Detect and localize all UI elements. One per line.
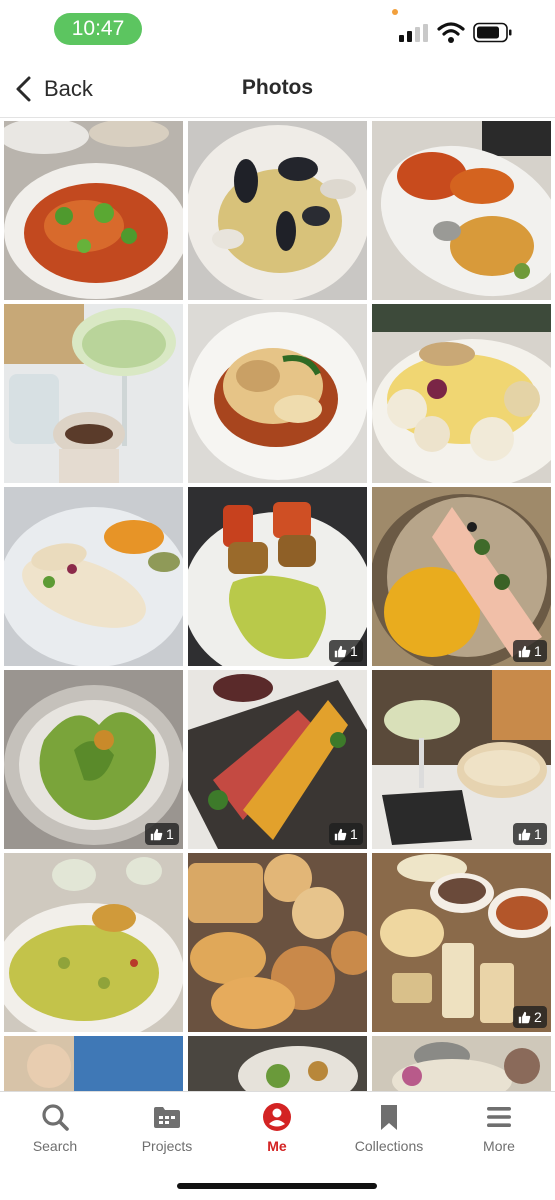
thumbs-up-icon (150, 828, 163, 840)
food-photo-image (188, 121, 367, 300)
status-time: 10:47 (54, 13, 142, 45)
tab-projects-label: Projects (141, 1138, 193, 1154)
photo-tile[interactable] (4, 304, 183, 483)
photo-tile[interactable]: 1 (372, 670, 551, 849)
like-count: 1 (534, 826, 542, 842)
food-photo-image (4, 121, 183, 300)
search-icon (42, 1104, 69, 1131)
thumbs-up-icon (334, 828, 347, 840)
like-count: 1 (166, 826, 174, 842)
like-count: 1 (350, 826, 358, 842)
photo-tile[interactable] (4, 1036, 183, 1091)
photo-tile[interactable] (4, 487, 183, 666)
thumbs-up-icon (518, 645, 531, 657)
photo-tile[interactable]: 1 (372, 487, 551, 666)
tab-projects[interactable]: Projects (117, 1102, 217, 1158)
like-count-badge: 1 (513, 823, 547, 845)
tab-search-label: Search (32, 1138, 78, 1154)
photo-tile[interactable]: 2 (372, 853, 551, 1032)
like-count-badge: 1 (329, 640, 363, 662)
photo-tile[interactable] (372, 304, 551, 483)
photo-tile[interactable] (4, 853, 183, 1032)
thumbs-up-icon (518, 1011, 531, 1023)
photo-tile[interactable] (4, 121, 183, 300)
tab-me-label: Me (267, 1138, 287, 1154)
food-photo-image (4, 1036, 183, 1091)
photo-tile[interactable] (372, 1036, 551, 1091)
privacy-indicator-dot (392, 9, 398, 15)
navigation-bar: Back Photos (0, 58, 555, 118)
thumbs-up-icon (334, 645, 347, 657)
food-photo-image (188, 304, 367, 483)
photo-tile[interactable] (188, 1036, 367, 1091)
menu-icon (487, 1107, 511, 1127)
photo-tile[interactable]: 1 (4, 670, 183, 849)
bookmark-icon (381, 1105, 397, 1130)
food-photo-image (188, 1036, 367, 1091)
food-photo-image (188, 853, 367, 1032)
me-icon (263, 1103, 291, 1131)
tab-more[interactable]: More (449, 1102, 549, 1158)
tab-search[interactable]: Search (5, 1102, 105, 1158)
food-photo-image (372, 304, 551, 483)
photo-tile[interactable]: 1 (188, 670, 367, 849)
status-bar: 10:47 (0, 0, 555, 58)
thumbs-up-icon (518, 828, 531, 840)
page-title: Photos (241, 76, 314, 99)
tab-collections[interactable]: Collections (339, 1102, 439, 1158)
food-photo-image (372, 121, 551, 300)
food-photo-image (4, 304, 183, 483)
like-count: 2 (534, 1009, 542, 1025)
wifi-icon (437, 22, 465, 43)
tab-me[interactable]: Me (227, 1102, 327, 1158)
photo-grid: 1 1 1 1 1 2 (4, 121, 551, 1091)
projects-icon (154, 1107, 180, 1128)
home-indicator[interactable] (177, 1183, 377, 1189)
food-photo-image (372, 1036, 551, 1091)
photo-tile[interactable] (188, 853, 367, 1032)
photo-tile[interactable]: 1 (188, 487, 367, 666)
cellular-signal-icon (399, 24, 429, 42)
photo-tile[interactable] (188, 304, 367, 483)
like-count-badge: 1 (513, 640, 547, 662)
tab-more-label: More (483, 1138, 515, 1154)
tab-collections-label: Collections (354, 1138, 424, 1154)
battery-icon (473, 22, 512, 43)
like-count: 1 (534, 643, 542, 659)
like-count-badge: 1 (145, 823, 179, 845)
food-photo-image (4, 853, 183, 1032)
like-count: 1 (350, 643, 358, 659)
like-count-badge: 2 (513, 1006, 547, 1028)
photo-tile[interactable] (372, 121, 551, 300)
like-count-badge: 1 (329, 823, 363, 845)
food-photo-image (4, 487, 183, 666)
photo-tile[interactable] (188, 121, 367, 300)
